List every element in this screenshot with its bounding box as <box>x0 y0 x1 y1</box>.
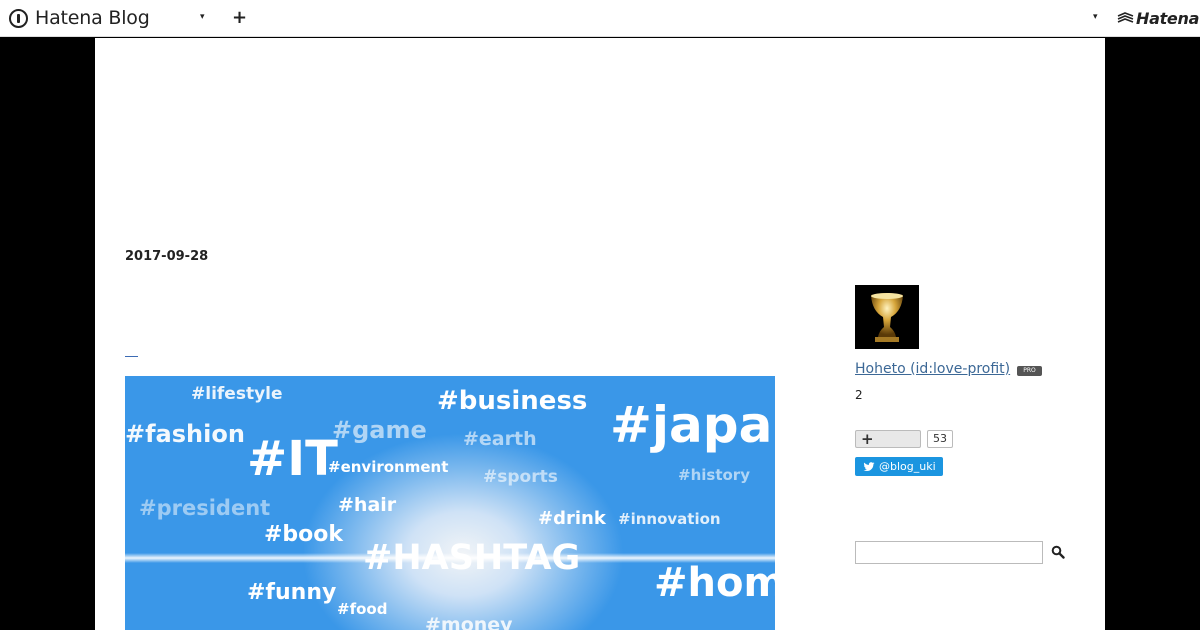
hero-hashtag: #drink <box>538 508 606 529</box>
hero-hashtag: #sports <box>483 467 558 487</box>
hero-hashtag: #food <box>337 600 388 618</box>
hero-hashtag: #earth <box>463 428 537 450</box>
search-icon[interactable] <box>1051 545 1065 559</box>
hero-hashtag: #HASHTAG <box>363 538 581 578</box>
new-post-button[interactable]: + <box>232 7 247 28</box>
hatena-mark-icon <box>1117 11 1134 23</box>
brand-name: Hatena Blog <box>35 7 150 29</box>
entry-title-link[interactable] <box>125 342 138 357</box>
hero-hashtag: #lifestyle <box>191 384 283 404</box>
entry-hero-image: #lifestyle #business #fashion #game #IT #eart… <box>125 376 775 630</box>
search-input[interactable] <box>855 541 1043 564</box>
pro-badge: PRO <box>1017 366 1042 376</box>
hero-hashtag: #japan <box>610 396 775 454</box>
hero-hashtag: #environment <box>328 458 449 476</box>
global-header: Hatena Blog ▾ + ▾ Hatena <box>0 0 1200 37</box>
account-menu-chevron-icon[interactable]: ▾ <box>1093 12 1098 22</box>
hatena-bookmark-button[interactable]: + <box>855 430 921 448</box>
hero-hashtag: #fashion <box>125 420 245 448</box>
hero-hashtag: #hair <box>338 494 397 516</box>
hero-hashtag: #president <box>139 496 271 520</box>
profile-name-link[interactable]: Hoheto (id:love-profit) <box>855 361 1010 377</box>
chevron-down-icon[interactable]: ▾ <box>200 12 205 22</box>
follower-count: 2 <box>855 388 863 402</box>
twitter-bird-icon <box>863 461 875 471</box>
hatena-logo[interactable]: Hatena <box>1117 9 1199 28</box>
hero-hashtag: #history <box>678 466 750 484</box>
hero-hashtag: #home <box>654 560 775 606</box>
hero-hashtag: #IT <box>247 431 338 487</box>
bookmark-count[interactable]: 53 <box>927 430 953 448</box>
hatena-logo-text: Hatena <box>1136 9 1200 28</box>
hatena-blog-logo[interactable]: Hatena Blog <box>9 6 150 30</box>
hatena-blog-logo-icon <box>9 8 28 28</box>
trophy-icon <box>855 285 919 349</box>
twitter-follow-button[interactable]: @blog_uki <box>855 457 943 476</box>
hero-hashtag: #game <box>332 416 427 444</box>
entry-date[interactable]: 2017-09-28 <box>125 249 208 264</box>
avatar[interactable] <box>855 285 919 349</box>
blog-page: 2017-09-28 #lifestyle #business #fashion #g… <box>95 38 1105 630</box>
hero-hashtag: #innovation <box>618 510 721 528</box>
hero-hashtag: #book <box>264 522 344 547</box>
hero-hashtag: #money <box>425 614 513 630</box>
plus-icon: + <box>861 430 874 448</box>
hero-hashtag: #funny <box>247 580 337 605</box>
hero-hashtag: #business <box>437 386 588 416</box>
twitter-handle: @blog_uki <box>879 460 936 473</box>
